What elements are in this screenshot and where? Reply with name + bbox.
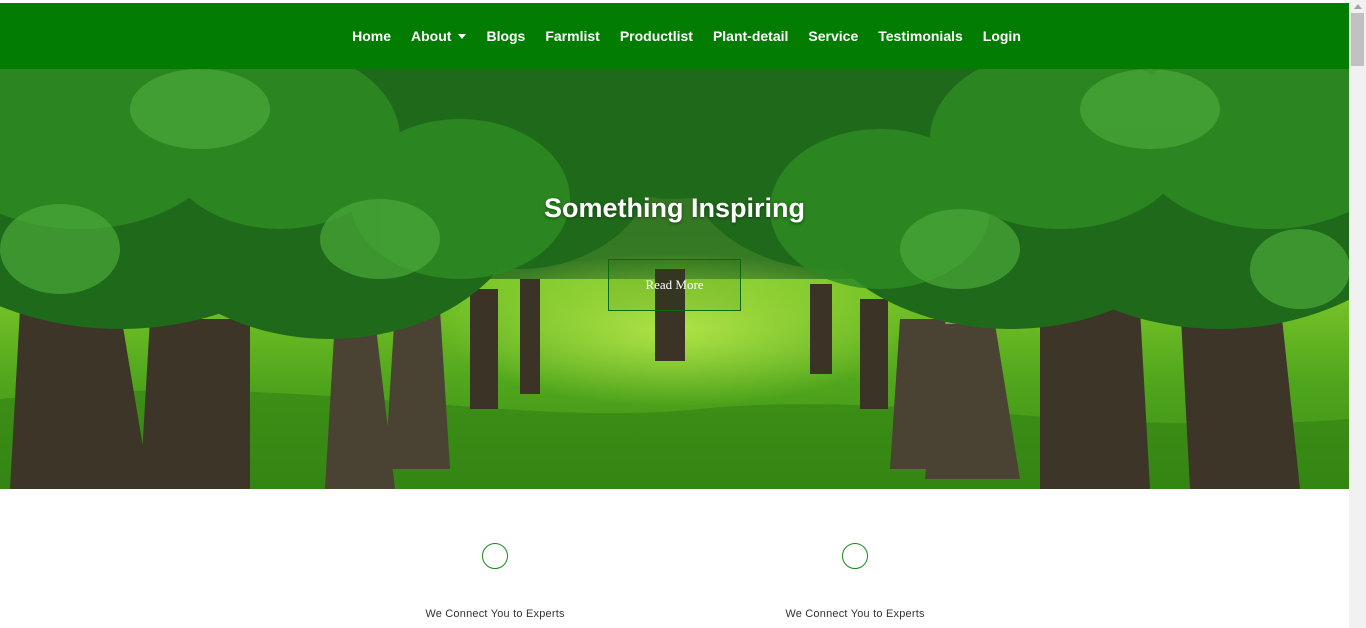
nav-service-label: Service bbox=[808, 28, 859, 44]
feature-text: We Connect You to Experts bbox=[785, 608, 925, 620]
features-section: We Connect You to Experts We Connect You… bbox=[0, 489, 1349, 628]
page: Home About Blogs Farmlist Productlist Pl… bbox=[0, 0, 1349, 628]
scroll-thumb[interactable] bbox=[1351, 13, 1364, 66]
nav-login-link[interactable]: Login bbox=[973, 3, 1031, 69]
nav-login-label: Login bbox=[982, 28, 1021, 44]
hero-title: Something Inspiring bbox=[544, 193, 805, 223]
nav-home-link[interactable]: Home bbox=[342, 3, 401, 69]
nav-plant-detail-label: Plant-detail bbox=[712, 28, 789, 44]
nav-testimonials-label: Testimonials bbox=[878, 28, 963, 44]
nav-productlist-label: Productlist bbox=[619, 28, 693, 44]
nav-about-label: About bbox=[411, 28, 452, 44]
nav-productlist-link[interactable]: Productlist bbox=[610, 3, 703, 69]
feature-text: We Connect You to Experts bbox=[425, 608, 565, 620]
nav-list: Home About Blogs Farmlist Productlist Pl… bbox=[342, 3, 1031, 69]
nav-farmlist-link[interactable]: Farmlist bbox=[535, 3, 609, 69]
nav-testimonials-link[interactable]: Testimonials bbox=[868, 3, 973, 69]
feature-card: We Connect You to Experts bbox=[365, 543, 625, 620]
main-navbar: Home About Blogs Farmlist Productlist Pl… bbox=[0, 3, 1349, 69]
read-more-button[interactable]: Read More bbox=[608, 259, 741, 311]
nav-service-link[interactable]: Service bbox=[798, 3, 868, 69]
nav-blogs-label: Blogs bbox=[486, 28, 526, 44]
vertical-scrollbar[interactable] bbox=[1349, 0, 1366, 628]
circle-icon bbox=[482, 543, 508, 569]
feature-card: We Connect You to Experts bbox=[725, 543, 985, 620]
nav-blogs-link[interactable]: Blogs bbox=[476, 3, 535, 69]
circle-icon bbox=[842, 543, 868, 569]
nav-plant-detail-link[interactable]: Plant-detail bbox=[703, 3, 798, 69]
caret-down-icon bbox=[458, 34, 467, 39]
nav-about-dropdown[interactable]: About bbox=[401, 3, 476, 69]
nav-farmlist-label: Farmlist bbox=[545, 28, 600, 44]
nav-home-label: Home bbox=[352, 28, 392, 44]
scroll-up-icon[interactable] bbox=[1354, 4, 1362, 9]
hero-banner: Something Inspiring Read More bbox=[0, 69, 1349, 489]
